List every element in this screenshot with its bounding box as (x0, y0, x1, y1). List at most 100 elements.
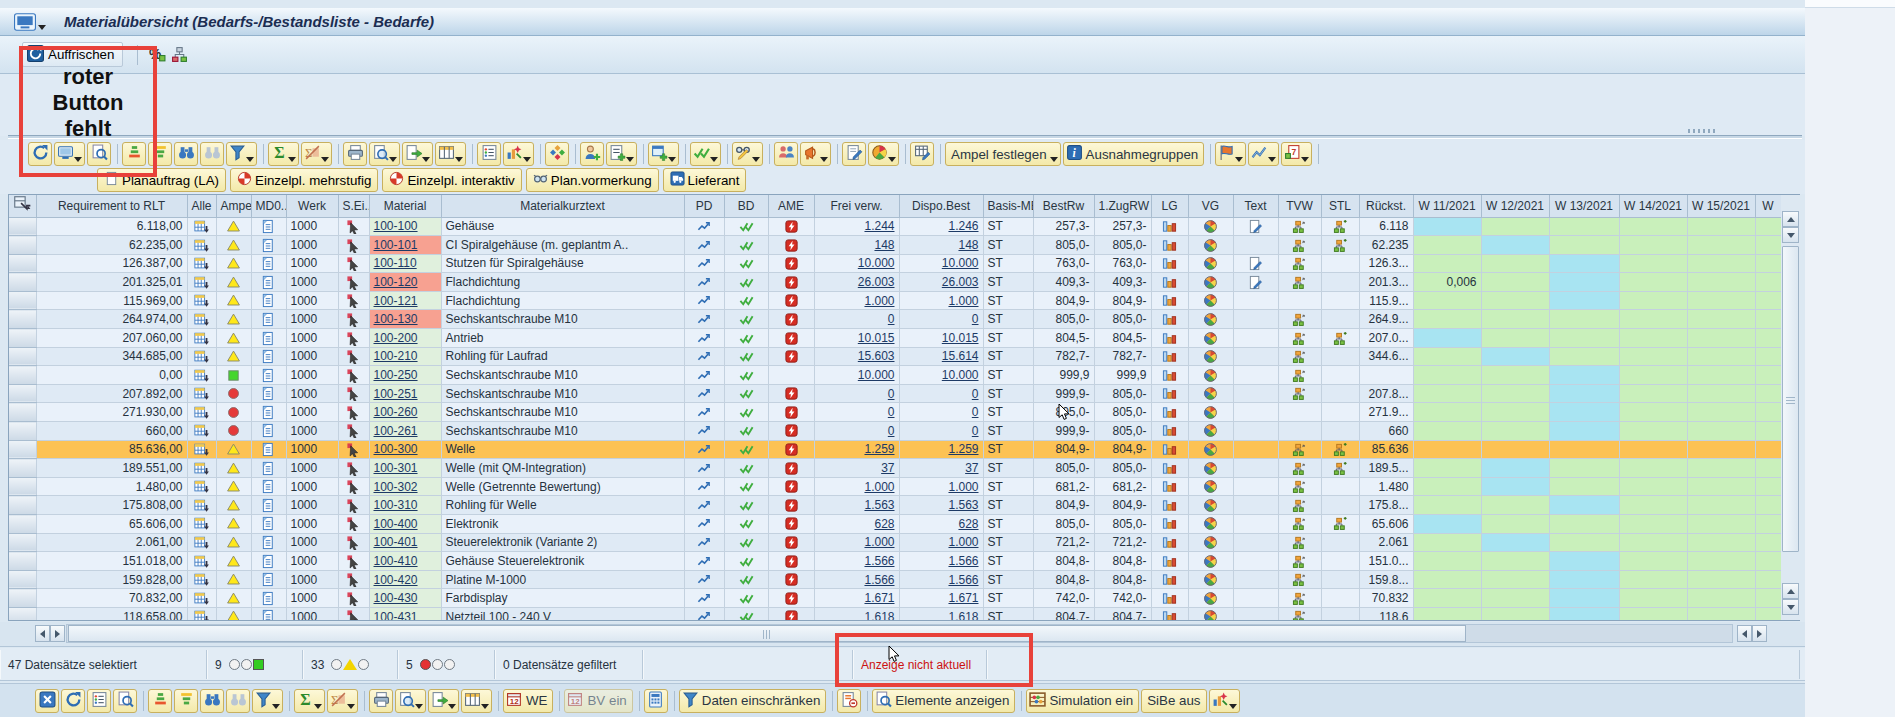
tvw-icon[interactable] (1292, 516, 1307, 531)
bv-ein-button[interactable]: 12BV ein (564, 689, 632, 713)
week-note-button[interactable]: 7 (1281, 142, 1312, 166)
ame-icon[interactable] (784, 275, 799, 290)
column-header-Basis-ME[interactable]: Basis-ME (983, 195, 1033, 217)
ausnahmegruppen-button[interactable]: iAusnahmegruppen (1063, 142, 1205, 166)
hscroll-right-button2[interactable] (1752, 625, 1767, 642)
sei-icon[interactable] (346, 554, 361, 569)
pd-icon[interactable] (697, 219, 712, 234)
ame-icon[interactable] (784, 609, 799, 621)
md0-icon[interactable] (261, 572, 276, 587)
stl-icon[interactable] (1333, 331, 1348, 346)
md0-icon[interactable] (261, 275, 276, 290)
ame-icon[interactable] (784, 331, 799, 346)
frei-link[interactable]: 10.000 (858, 256, 895, 270)
lg-icon[interactable] (1162, 349, 1177, 364)
vg-icon[interactable] (1203, 609, 1218, 621)
disp-link[interactable]: 0 (972, 424, 979, 438)
vg-icon[interactable] (1203, 498, 1218, 513)
alle-icon[interactable] (194, 256, 209, 271)
vg-icon[interactable] (1203, 312, 1218, 327)
sei-icon[interactable] (346, 423, 361, 438)
vscroll-down-button2[interactable] (1782, 599, 1799, 615)
text-edit-icon[interactable] (1248, 256, 1263, 271)
row-selector[interactable] (9, 291, 36, 310)
column-header-BestRw[interactable]: BestRw (1033, 195, 1094, 217)
sei-icon[interactable] (346, 535, 361, 550)
vg-icon[interactable] (1203, 368, 1218, 383)
row-selector[interactable] (9, 329, 36, 348)
bd-icon[interactable] (739, 442, 754, 457)
disp-link[interactable]: 0 (972, 405, 979, 419)
column-header-Materialkurztext[interactable]: Materialkurztext (441, 195, 684, 217)
note-edit-button[interactable] (842, 142, 866, 166)
we-button[interactable]: 12WE (503, 689, 553, 713)
pd-icon[interactable] (697, 609, 712, 621)
list-button[interactable] (87, 689, 111, 713)
tvw-icon[interactable] (1292, 219, 1307, 234)
md0-icon[interactable] (261, 442, 276, 457)
tab-plan-vormerkung[interactable]: Plan.vormerkung (526, 168, 659, 192)
vg-icon[interactable] (1203, 219, 1218, 234)
print-button[interactable] (343, 142, 367, 166)
md0-icon[interactable] (261, 609, 276, 621)
bd-icon[interactable] (739, 516, 754, 531)
list-button[interactable] (477, 142, 501, 166)
md0-icon[interactable] (261, 535, 276, 550)
tvw-icon[interactable] (1292, 238, 1307, 253)
disp-link[interactable]: 10.015 (942, 331, 979, 345)
frei-link[interactable]: 1.259 (864, 442, 894, 456)
ame-icon[interactable] (784, 461, 799, 476)
lg-icon[interactable] (1162, 609, 1177, 621)
row-selector[interactable] (9, 459, 36, 478)
lg-icon[interactable] (1162, 479, 1177, 494)
frei-link[interactable]: 1.563 (864, 498, 894, 512)
megaphone-button[interactable] (800, 142, 831, 166)
frei-link[interactable]: 1.000 (864, 535, 894, 549)
tab-einzelpl-interaktiv[interactable]: Einzelpl. interaktiv (382, 168, 521, 192)
alle-icon[interactable] (194, 386, 209, 401)
disp-link[interactable]: 148 (958, 238, 978, 252)
ame-icon[interactable] (784, 293, 799, 308)
bd-icon[interactable] (739, 238, 754, 253)
ame-icon[interactable] (784, 479, 799, 494)
frei-link[interactable]: 26.003 (858, 275, 895, 289)
users-button[interactable] (774, 142, 798, 166)
md0-icon[interactable] (261, 219, 276, 234)
sei-icon[interactable] (346, 572, 361, 587)
sei-icon[interactable] (346, 275, 361, 290)
pd-icon[interactable] (697, 479, 712, 494)
md0-icon[interactable] (261, 331, 276, 346)
column-header-Dispo.Best[interactable]: Dispo.Best (899, 195, 983, 217)
md0-icon[interactable] (261, 516, 276, 531)
column-header-W[interactable]: W (1755, 195, 1781, 217)
frei-link[interactable]: 0 (888, 405, 895, 419)
column-header-Alle[interactable]: Alle (187, 195, 216, 217)
column-header-LG[interactable]: LG (1151, 195, 1188, 217)
row-selector[interactable] (9, 477, 36, 496)
sibe-aus-button[interactable]: SiBe aus (1141, 689, 1206, 713)
lg-icon[interactable] (1162, 331, 1177, 346)
vg-icon[interactable] (1203, 238, 1218, 253)
pd-icon[interactable] (697, 423, 712, 438)
sei-icon[interactable] (346, 516, 361, 531)
row-selector[interactable] (9, 440, 36, 459)
bd-icon[interactable] (739, 368, 754, 383)
column-header-W 12/2021[interactable]: W 12/2021 (1481, 195, 1549, 217)
bd-icon[interactable] (739, 591, 754, 606)
mat-link[interactable]: 100-261 (374, 424, 418, 438)
tab-lieferant[interactable]: Lieferant (663, 168, 747, 192)
lg-icon[interactable] (1162, 535, 1177, 550)
vg-icon[interactable] (1203, 293, 1218, 308)
binoculars-button[interactable] (174, 142, 198, 166)
sei-icon[interactable] (346, 591, 361, 606)
subtotal-button[interactable]: Σ (327, 689, 358, 713)
vg-icon[interactable] (1203, 386, 1218, 401)
pd-icon[interactable] (697, 554, 712, 569)
lg-icon[interactable] (1162, 368, 1177, 383)
row-selector[interactable] (9, 366, 36, 385)
disp-link[interactable]: 1.000 (948, 535, 978, 549)
row-selector[interactable] (9, 552, 36, 571)
disp-link[interactable]: 1.246 (948, 219, 978, 233)
ame-icon[interactable] (784, 312, 799, 327)
vg-icon[interactable] (1203, 461, 1218, 476)
